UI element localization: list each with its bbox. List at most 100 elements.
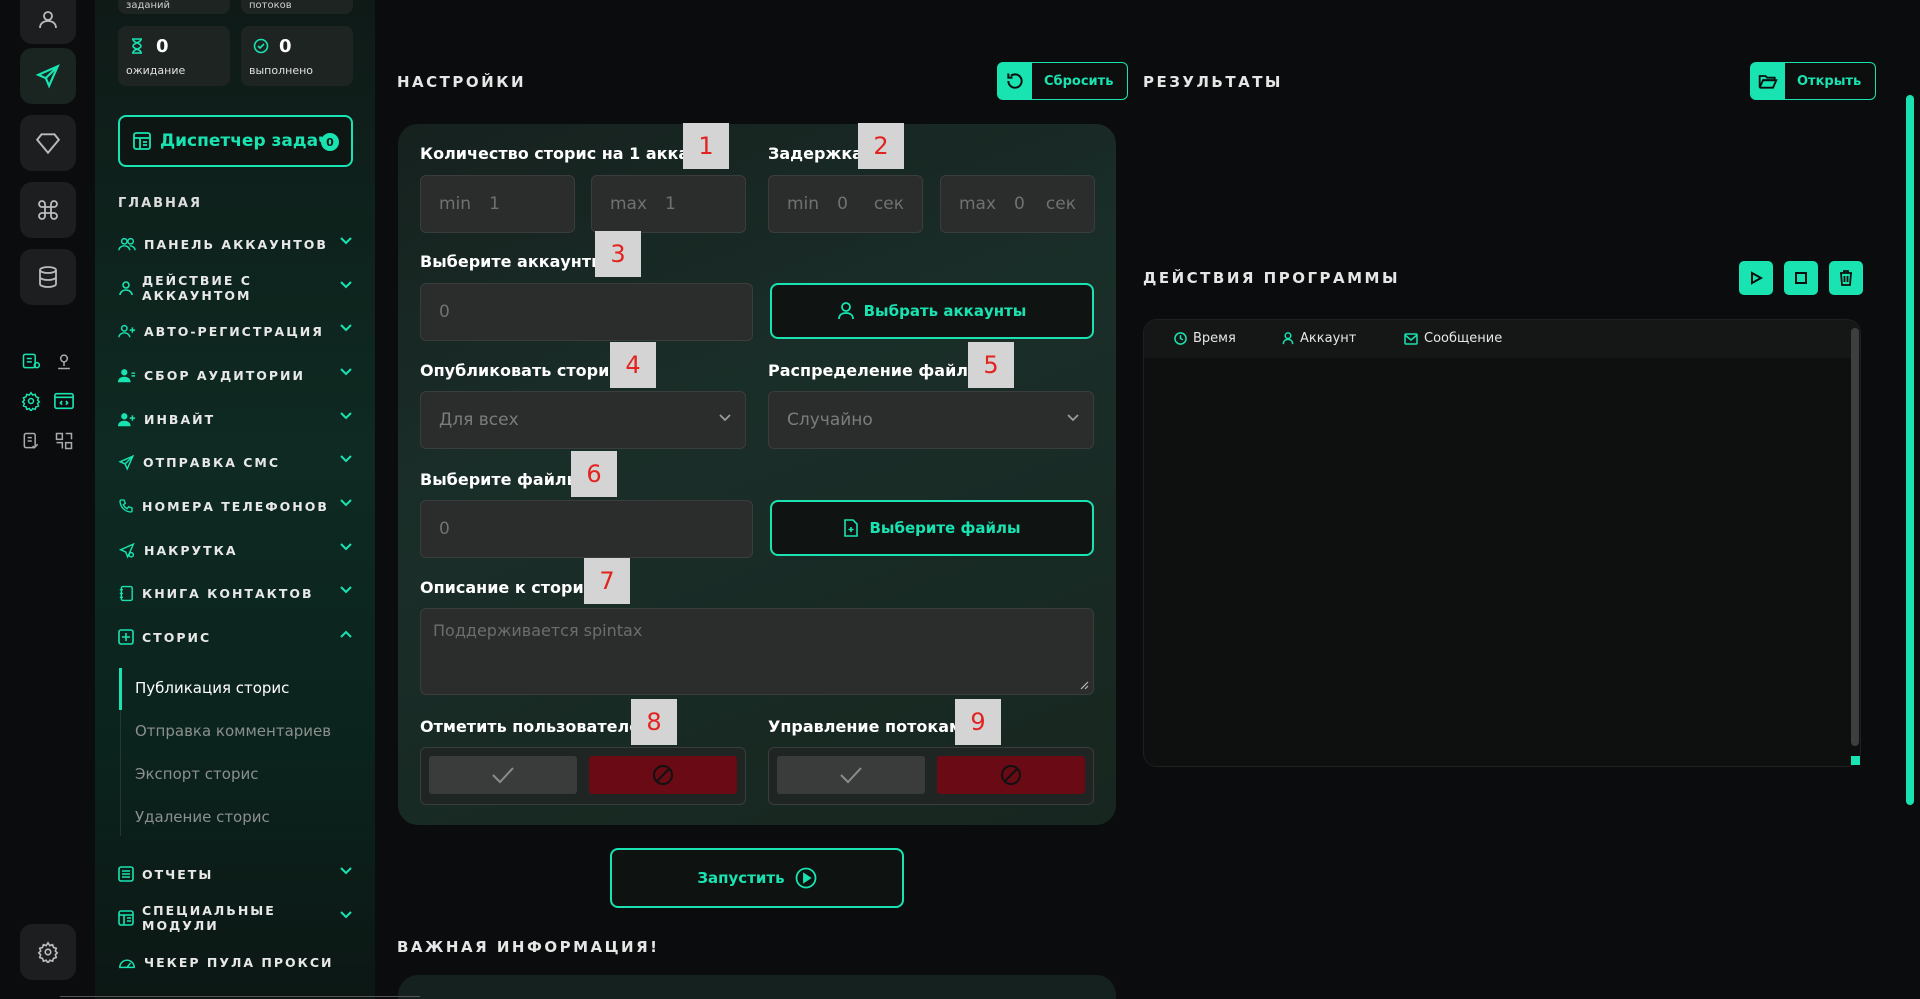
sidebar-item-label: КНИГА КОНТАКТОВ (142, 585, 314, 601)
sidebar-item-auto-registration[interactable]: АВТО-РЕГИСТРАЦИЯ (118, 319, 353, 343)
stories-count-label: Количество сторис на 1 аккаунт (420, 144, 720, 163)
input-value: 1 (489, 194, 500, 214)
submenu-export-stories[interactable]: Экспорт сторис (135, 765, 258, 783)
sidebar-item-special-modules[interactable]: СПЕЦИАЛЬНЫЕ МОДУЛИ (118, 903, 353, 933)
important-info-panel (398, 975, 1116, 999)
settings-button[interactable] (20, 924, 76, 980)
users-filled-icon (118, 367, 136, 383)
sidebar-item-phone-numbers[interactable]: НОМЕРА ТЕЛЕФОНОВ (118, 494, 353, 518)
section-title: ГЛАВНАЯ (118, 196, 203, 211)
sidebar-item-stories[interactable]: СТОРИС (118, 625, 353, 649)
open-results-button[interactable]: Открыть (1750, 62, 1877, 100)
check-circle-icon (253, 38, 269, 54)
send-icon (35, 63, 61, 89)
sidebar-item-accounts-panel[interactable]: ПАНЕЛЬ АККАУНТОВ (118, 232, 353, 256)
sidebar-item-label: ЧЕКЕР ПУЛА ПРОКСИ (144, 954, 334, 970)
tasks-icon[interactable] (19, 349, 43, 373)
submenu-publish-stories[interactable]: Публикация сторис (135, 679, 289, 697)
stat-label: потоков (249, 0, 292, 11)
sidebar-item-audience[interactable]: СБОР АУДИТОРИИ (118, 363, 353, 387)
notes-check-icon[interactable] (19, 429, 43, 453)
clear-log-button[interactable] (1829, 261, 1863, 295)
submenu-delete-stories[interactable]: Удаление сторис (135, 808, 270, 826)
diamond-button[interactable] (20, 115, 76, 171)
task-dispatcher-button[interactable]: Диспетчер задач 0 (118, 115, 353, 167)
files-count-input[interactable]: 0 (420, 500, 753, 558)
actions-title: ДЕЙСТВИЯ ПРОГРАММЫ (1143, 269, 1401, 287)
gear-icon (37, 941, 59, 963)
mark-users-label: Отметить пользователей (420, 717, 652, 736)
chevron-down-icon (719, 414, 731, 422)
folder-open-icon (1751, 63, 1785, 99)
resize-corner-icon[interactable] (1851, 756, 1860, 765)
resize-handle-icon[interactable] (1079, 680, 1089, 690)
description-textarea[interactable]: Поддерживается spintax (420, 608, 1094, 695)
reset-label: Сбросить (1044, 73, 1114, 89)
play-button[interactable] (1739, 261, 1773, 295)
code-window-icon[interactable] (52, 389, 76, 413)
book-icon (118, 585, 134, 602)
send-icon (118, 454, 135, 471)
report-icon (118, 866, 134, 882)
annotation-tag: 2 (858, 123, 904, 169)
chevron-down-icon (1067, 414, 1079, 422)
annotation-tag: 6 (571, 451, 617, 497)
log-scrollbar[interactable] (1851, 328, 1859, 746)
sidebar-item-label: НОМЕРА ТЕЛЕФОНОВ (142, 498, 329, 514)
input-value: 0 (439, 302, 450, 322)
speedometer-icon (118, 954, 136, 970)
sidebar-item-sms[interactable]: ОТПРАВКА СМС (118, 450, 353, 474)
button-label: Запустить (697, 869, 785, 887)
command-button[interactable] (20, 182, 76, 238)
sidebar-item-contacts-book[interactable]: КНИГА КОНТАКТОВ (118, 581, 353, 605)
page-scrollbar[interactable] (1906, 95, 1914, 805)
input-unit: сек (873, 194, 904, 214)
toggle-on-button[interactable] (429, 756, 577, 794)
reset-button[interactable]: Сбросить (997, 62, 1129, 100)
toggle-off-button[interactable] (589, 756, 737, 794)
select-files-button[interactable]: Выберите файлы (770, 500, 1094, 556)
chevron-down-icon (339, 910, 353, 920)
submenu-send-comments[interactable]: Отправка комментариев (135, 722, 331, 740)
bottom-divider (60, 996, 420, 997)
delay-min-input[interactable]: min 0 сек (768, 175, 923, 233)
launch-button[interactable]: Запустить (610, 848, 904, 908)
sidebar-item-label: СБОР АУДИТОРИИ (144, 367, 305, 383)
dispatcher-label: Диспетчер задач (160, 131, 330, 151)
sidebar-item-proxy-checker[interactable]: ЧЕКЕР ПУЛА ПРОКСИ (118, 950, 353, 974)
sidebar-item-reports[interactable]: ОТЧЕТЫ (118, 862, 353, 886)
settings-gear-icon[interactable] (19, 389, 43, 413)
toggle-on-button[interactable] (777, 756, 925, 794)
stories-max-input[interactable]: max 1 (591, 175, 746, 233)
diamond-icon (35, 130, 61, 156)
log-column-message: Сообщение (1404, 331, 1502, 346)
stop-button[interactable] (1784, 261, 1818, 295)
stat-card-tasks-stub: заданий (118, 0, 230, 14)
toggle-off-button[interactable] (937, 756, 1085, 794)
sidebar-item-boost[interactable]: НАКРУТКА (118, 538, 353, 562)
publish-select[interactable]: Для всех (420, 391, 746, 449)
stories-min-input[interactable]: min 1 (420, 175, 575, 233)
accounts-label: Выберите аккаунты (420, 252, 606, 271)
location-icon[interactable] (52, 349, 76, 373)
chevron-up-icon (339, 629, 353, 639)
input-value: 0 (439, 519, 450, 539)
profile-button[interactable] (20, 0, 76, 44)
command-icon (36, 198, 60, 222)
qr-icon[interactable] (52, 429, 76, 453)
annotation-tag: 1 (683, 123, 729, 169)
select-accounts-button[interactable]: Выбрать аккаунты (770, 283, 1094, 339)
description-label: Описание к сторис (420, 578, 594, 597)
chevron-down-icon (339, 236, 353, 246)
sidebar-item-invite[interactable]: ИНВАЙТ (118, 407, 353, 431)
annotation-tag: 8 (631, 699, 677, 745)
hourglass-icon (130, 38, 144, 54)
input-prefix: max (610, 194, 648, 214)
telegram-button[interactable] (20, 48, 76, 104)
delay-max-input[interactable]: max 0 сек (940, 175, 1095, 233)
sidebar-item-account-actions[interactable]: ДЕЙСТВИЕ С АККАУНТОМ (118, 273, 353, 303)
stat-label: ожидание (126, 64, 186, 77)
distribution-select[interactable]: Случайно (768, 391, 1094, 449)
accounts-count-input[interactable]: 0 (420, 283, 753, 341)
database-button[interactable] (20, 249, 76, 305)
